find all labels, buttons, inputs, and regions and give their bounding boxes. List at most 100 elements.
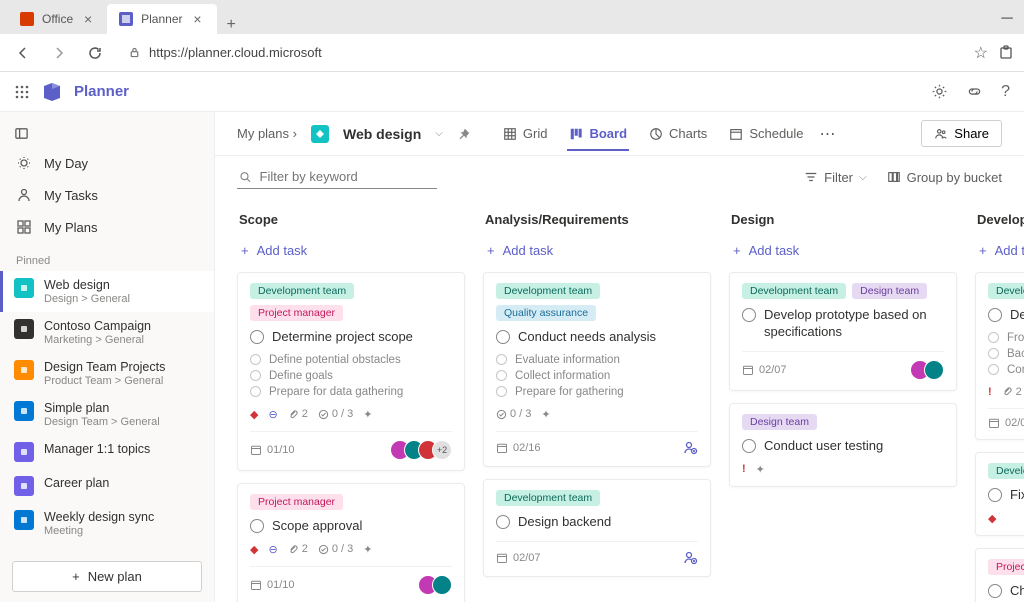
complete-circle-icon[interactable] xyxy=(250,370,261,381)
complete-circle-icon[interactable] xyxy=(250,519,264,533)
more-icon[interactable]: ⋯ xyxy=(820,124,836,144)
task-card[interactable]: Development teamFix bugs◆ xyxy=(975,452,1024,536)
link-icon[interactable] xyxy=(966,83,983,101)
complete-circle-icon[interactable] xyxy=(496,370,507,381)
add-task-button[interactable]: +Add task xyxy=(483,237,711,272)
new-plan-button[interactable]: + New plan xyxy=(12,561,202,592)
breadcrumb[interactable]: My plans › xyxy=(237,126,297,141)
subtask[interactable]: Prepare for gathering xyxy=(496,384,698,400)
subtask[interactable]: Back-end xyxy=(988,346,1024,362)
refresh-button[interactable] xyxy=(82,40,108,66)
complete-circle-icon[interactable] xyxy=(742,439,756,453)
complete-circle-icon[interactable] xyxy=(988,308,1002,322)
view-charts[interactable]: Charts xyxy=(647,126,709,141)
app-launcher-icon[interactable] xyxy=(14,84,30,100)
assignees[interactable]: +2 xyxy=(396,440,452,460)
complete-circle-icon[interactable] xyxy=(496,330,510,344)
browser-tab-office[interactable]: Office × xyxy=(8,4,107,34)
forward-button[interactable] xyxy=(46,40,72,66)
sidebar-pin-item[interactable]: Web designDesign > General xyxy=(0,271,214,312)
sidebar-item-myplans[interactable]: My Plans xyxy=(0,211,214,243)
bucket-title[interactable]: Analysis/Requirements xyxy=(483,208,711,237)
view-schedule[interactable]: Schedule xyxy=(727,126,805,141)
complete-circle-icon[interactable] xyxy=(988,488,1002,502)
subtask[interactable]: Define potential obstacles xyxy=(250,352,452,368)
card-label[interactable]: Development team xyxy=(988,283,1024,299)
bucket-title[interactable]: Scope xyxy=(237,208,465,237)
complete-circle-icon[interactable] xyxy=(250,386,261,397)
complete-circle-icon[interactable] xyxy=(988,364,999,375)
bucket-title[interactable]: Development xyxy=(975,208,1024,237)
task-card[interactable]: Development teamDesign backend02/07 xyxy=(483,479,711,577)
extensions-icon[interactable] xyxy=(998,45,1014,61)
filter-field[interactable] xyxy=(260,169,435,184)
bucket-title[interactable]: Design xyxy=(729,208,957,237)
complete-circle-icon[interactable] xyxy=(496,354,507,365)
assignees[interactable] xyxy=(916,360,944,380)
close-icon[interactable]: × xyxy=(191,12,205,26)
complete-circle-icon[interactable] xyxy=(742,308,756,322)
favorite-icon[interactable]: ☆ xyxy=(974,43,988,63)
filter-input[interactable] xyxy=(237,165,437,189)
complete-circle-icon[interactable] xyxy=(988,332,999,343)
card-label[interactable]: Project manager xyxy=(250,305,343,321)
task-card[interactable]: Development teamDesign teamDevelop proto… xyxy=(729,272,957,391)
task-card[interactable]: Project managCheck fo xyxy=(975,548,1024,602)
complete-circle-icon[interactable] xyxy=(250,354,261,365)
complete-circle-icon[interactable] xyxy=(496,386,507,397)
task-card[interactable]: Project managerScope approval◆⊖20 / 3✦01… xyxy=(237,483,465,602)
card-label[interactable]: Quality assurance xyxy=(496,305,596,321)
add-task-button[interactable]: +Add task xyxy=(237,237,465,272)
card-label[interactable]: Development team xyxy=(742,283,846,299)
subtask[interactable]: Content in xyxy=(988,362,1024,378)
subtask[interactable]: Prepare for data gathering xyxy=(250,384,452,400)
sidebar-pin-item[interactable]: Contoso CampaignMarketing > General xyxy=(0,312,214,353)
sidebar-pin-item[interactable]: Design Team ProjectsProduct Team > Gener… xyxy=(0,353,214,394)
task-card[interactable]: Development teamQuality assuranceConduct… xyxy=(483,272,711,467)
task-card[interactable]: Development teamProject managerDetermine… xyxy=(237,272,465,471)
browser-tab-planner[interactable]: Planner × xyxy=(107,4,216,34)
card-label[interactable]: Design team xyxy=(742,414,817,430)
add-task-button[interactable]: +Add task xyxy=(729,237,957,272)
sidebar-item-mytasks[interactable]: My Tasks xyxy=(0,179,214,211)
back-button[interactable] xyxy=(10,40,36,66)
card-label[interactable]: Development team xyxy=(496,490,600,506)
card-label[interactable]: Development team xyxy=(496,283,600,299)
view-board[interactable]: Board xyxy=(567,126,629,151)
subtask[interactable]: Evaluate information xyxy=(496,352,698,368)
complete-circle-icon[interactable] xyxy=(496,515,510,529)
sidebar-item-myday[interactable]: My Day xyxy=(0,147,214,179)
pin-icon[interactable] xyxy=(457,127,471,141)
avatar-overflow[interactable]: +2 xyxy=(432,440,452,460)
assignees[interactable] xyxy=(424,575,452,595)
filter-button[interactable]: Filter⌵ xyxy=(804,170,866,185)
sidebar-pin-item[interactable]: Weekly design syncMeeting xyxy=(0,503,214,544)
view-grid[interactable]: Grid xyxy=(501,126,550,141)
sidebar-pin-item[interactable]: Simple planDesign Team > General xyxy=(0,394,214,435)
task-card[interactable]: Development teamDevelopFront endBack-end… xyxy=(975,272,1024,440)
card-label[interactable]: Project manager xyxy=(250,494,343,510)
close-icon[interactable]: × xyxy=(81,12,95,26)
card-label[interactable]: Development team xyxy=(250,283,354,299)
sidebar-pin-item[interactable]: Manager 1:1 topics xyxy=(0,435,214,469)
sidebar-pin-item[interactable]: Career plan xyxy=(0,469,214,503)
plan-name[interactable]: Web design xyxy=(343,126,421,142)
card-label[interactable]: Project manag xyxy=(988,559,1024,575)
groupby-button[interactable]: Group by bucket xyxy=(887,170,1002,185)
subtask[interactable]: Collect information xyxy=(496,368,698,384)
add-task-button[interactable]: +Add task xyxy=(975,237,1024,272)
subtask[interactable]: Define goals xyxy=(250,368,452,384)
subtask[interactable]: Front end xyxy=(988,330,1024,346)
url-field[interactable]: https://planner.cloud.microsoft xyxy=(118,45,964,60)
new-tab-button[interactable]: + xyxy=(217,16,246,34)
share-button[interactable]: Share xyxy=(921,120,1002,147)
complete-circle-icon[interactable] xyxy=(988,348,999,359)
chevron-down-icon[interactable]: ⌵ xyxy=(435,128,443,139)
task-card[interactable]: Design teamConduct user testing!✦ xyxy=(729,403,957,487)
complete-circle-icon[interactable] xyxy=(988,584,1002,598)
complete-circle-icon[interactable] xyxy=(250,330,264,344)
help-icon[interactable]: ? xyxy=(1001,83,1010,101)
settings-icon[interactable] xyxy=(931,83,948,101)
card-label[interactable]: Design team xyxy=(852,283,927,299)
assign-icon[interactable] xyxy=(682,550,698,566)
